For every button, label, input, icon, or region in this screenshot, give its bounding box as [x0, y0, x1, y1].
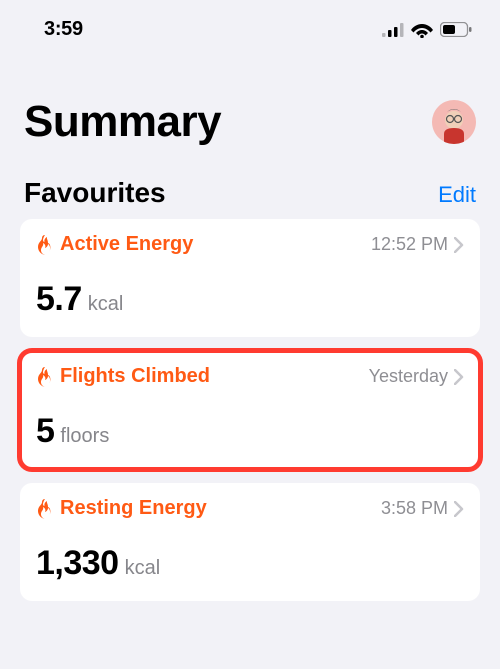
edit-button[interactable]: Edit — [438, 182, 476, 208]
wifi-icon — [411, 22, 433, 38]
section-title: Favourites — [24, 177, 166, 209]
time-label: 12:52 PM — [371, 234, 448, 255]
metric-value: 5 — [36, 412, 54, 451]
flame-icon — [36, 367, 54, 387]
card-resting-energy[interactable]: Resting Energy 3:58 PM 1,330 kcal — [20, 483, 480, 601]
metric-unit: kcal — [88, 293, 124, 316]
cellular-icon — [382, 23, 404, 37]
status-icons — [382, 22, 472, 38]
category-label: Flights Climbed — [60, 365, 210, 388]
metric-value: 5.7 — [36, 280, 82, 319]
status-bar: 3:59 — [0, 0, 500, 49]
category-label: Resting Energy — [60, 497, 207, 520]
page-title: Summary — [24, 97, 221, 147]
status-time: 3:59 — [44, 18, 83, 41]
time-label: Yesterday — [369, 366, 448, 387]
metric-unit: kcal — [125, 557, 161, 580]
metric-value: 1,330 — [36, 544, 119, 583]
battery-icon — [440, 22, 472, 37]
time-label: 3:58 PM — [381, 498, 448, 519]
chevron-right-icon — [454, 237, 464, 253]
card-active-energy[interactable]: Active Energy 12:52 PM 5.7 kcal — [20, 219, 480, 337]
chevron-right-icon — [454, 369, 464, 385]
flame-icon — [36, 499, 54, 519]
header: Summary — [0, 49, 500, 157]
category-label: Active Energy — [60, 233, 193, 256]
section-header: Favourites Edit — [0, 157, 500, 219]
card-flights-climbed[interactable]: Flights Climbed Yesterday 5 floors — [20, 351, 480, 469]
metric-unit: floors — [60, 425, 109, 448]
avatar-image — [434, 104, 474, 144]
flame-icon — [36, 235, 54, 255]
avatar[interactable] — [432, 100, 476, 144]
chevron-right-icon — [454, 501, 464, 517]
